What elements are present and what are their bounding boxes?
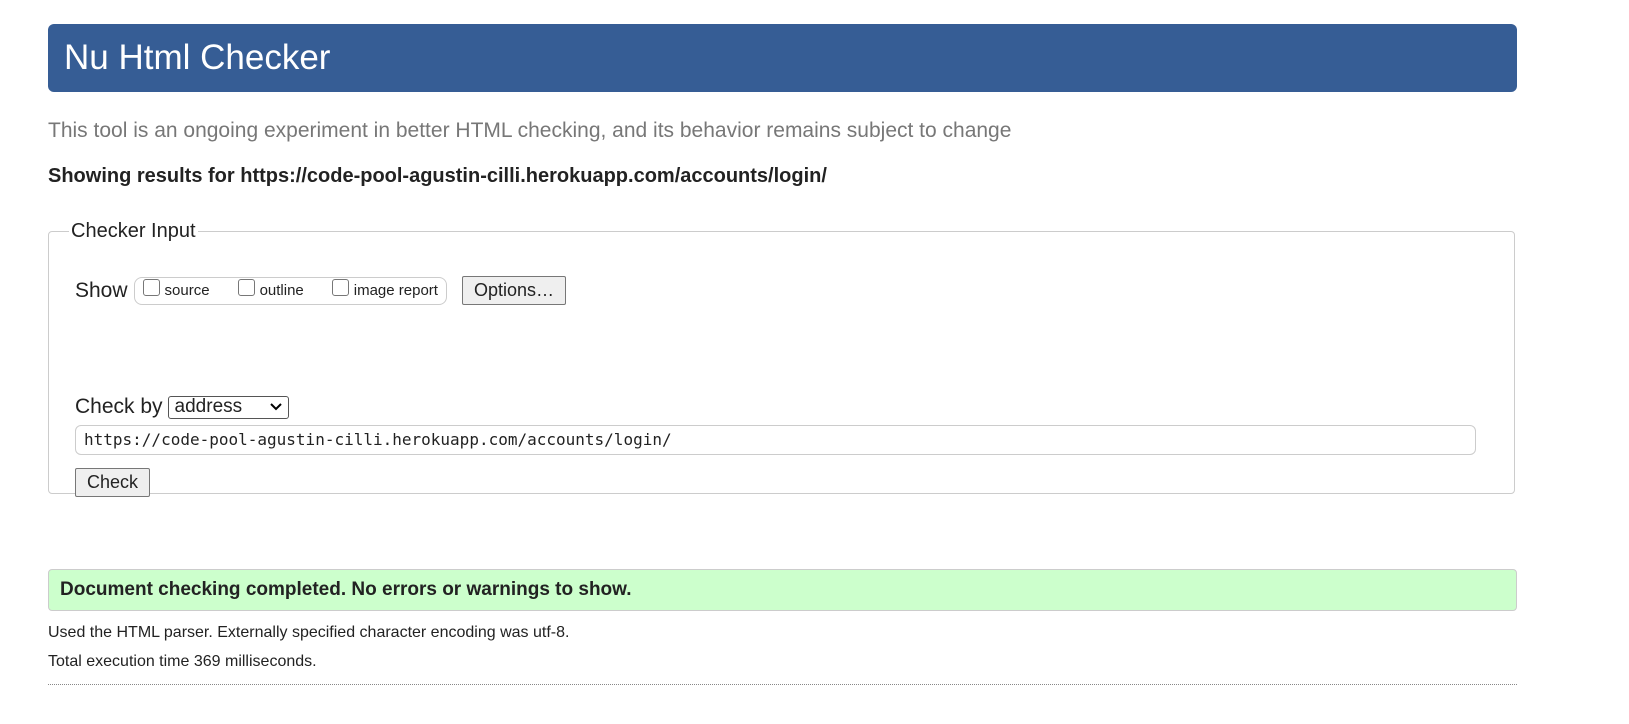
show-row: Show source outline image report Options…	[75, 276, 567, 305]
success-message: Document checking completed. No errors o…	[48, 569, 1517, 611]
check-by-value: address	[174, 396, 243, 417]
execution-time: Total execution time 369 milliseconds.	[48, 653, 317, 670]
options-button[interactable]: Options…	[461, 276, 567, 305]
check-by-select[interactable]: address	[167, 395, 289, 419]
source-label: source	[164, 282, 210, 299]
outline-label: outline	[259, 282, 304, 299]
show-source-option[interactable]: source	[142, 279, 210, 299]
page-title: Nu Html Checker	[48, 24, 1517, 92]
checker-input-fieldset: Checker Input Show source outline image …	[48, 220, 1515, 497]
show-image-report-option[interactable]: image report	[331, 279, 438, 299]
page: Nu Html Checker This tool is an ongoing …	[48, 24, 1517, 685]
check-by-label: Check by	[75, 395, 163, 418]
show-label: Show	[75, 278, 128, 302]
outline-checkbox[interactable]	[237, 279, 255, 296]
image-report-checkbox[interactable]	[331, 279, 349, 296]
image-report-label: image report	[353, 282, 438, 299]
parser-info: Used the HTML parser. Externally specifi…	[48, 624, 570, 641]
intro-text: This tool is an ongoing experiment in be…	[48, 119, 1012, 142]
show-outline-option[interactable]: outline	[237, 279, 304, 299]
check-by-row: Check by address	[75, 395, 289, 419]
source-checkbox[interactable]	[142, 279, 160, 296]
show-options: source outline image report	[133, 276, 447, 305]
results-heading: Showing results for https://code-pool-ag…	[48, 165, 827, 187]
url-input[interactable]: https://code-pool-agustin-cilli.herokuap…	[75, 425, 1476, 455]
check-button[interactable]: Check	[75, 468, 151, 497]
divider	[48, 684, 1517, 685]
checker-input-legend: Checker Input	[71, 220, 196, 242]
chevron-down-icon	[269, 403, 282, 411]
